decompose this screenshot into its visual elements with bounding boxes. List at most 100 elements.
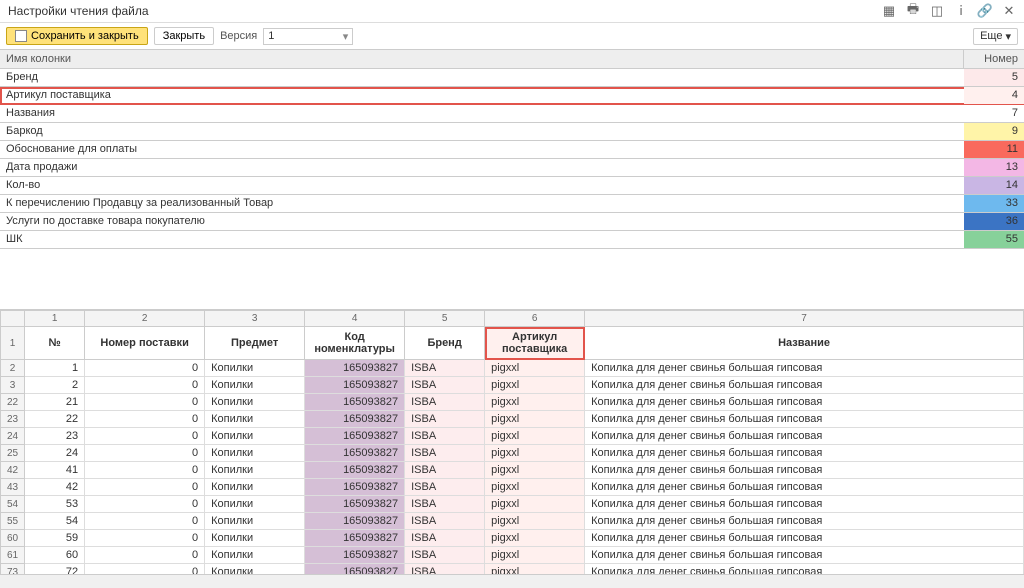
row-number: 73 (1, 564, 25, 575)
cell: ISBA (405, 411, 485, 428)
cell: Копилка для денег свинья большая гипсова… (585, 564, 1024, 575)
table-row[interactable]: 320Копилки165093827ISBApigxxlКопилка для… (1, 377, 1024, 394)
mapping-num: 7 (964, 105, 1024, 122)
table-row[interactable]: 24230Копилки165093827ISBApigxxlКопилка д… (1, 428, 1024, 445)
mapping-name: ШК (0, 231, 964, 248)
print-icon[interactable]: 🖶 (906, 4, 920, 18)
mapping-row[interactable]: Названия7 (0, 105, 1024, 123)
table-row[interactable]: 22210Копилки165093827ISBApigxxlКопилка д… (1, 394, 1024, 411)
cell: Копилки (205, 479, 305, 496)
new-window-icon[interactable]: ◫ (930, 4, 944, 18)
more-button[interactable]: Еще ▾ (973, 28, 1018, 45)
cell: 53 (25, 496, 85, 513)
cell: Копилка для денег свинья большая гипсова… (585, 547, 1024, 564)
cell: 165093827 (305, 547, 405, 564)
mapping-row[interactable]: Услуги по доставке товара покупателю36 (0, 213, 1024, 231)
cell: ISBA (405, 377, 485, 394)
col-header[interactable]: Артикул поставщика (485, 327, 585, 360)
cell: Копилка для денег свинья большая гипсова… (585, 428, 1024, 445)
mapping-row[interactable]: К перечислению Продавцу за реализованный… (0, 195, 1024, 213)
col-header[interactable]: № (25, 327, 85, 360)
row-number: 43 (1, 479, 25, 496)
link-icon[interactable]: 🔗 (978, 4, 992, 18)
col-number-header[interactable]: 5 (405, 311, 485, 327)
preview-scroll[interactable]: 12345671№Номер поставкиПредметКод номенк… (0, 310, 1024, 574)
corner-cell (1, 311, 25, 327)
table-row[interactable]: 23220Копилки165093827ISBApigxxlКопилка д… (1, 411, 1024, 428)
col-number-header[interactable]: 3 (205, 311, 305, 327)
cell: Копилка для денег свинья большая гипсова… (585, 377, 1024, 394)
mapping-row[interactable]: Дата продажи13 (0, 159, 1024, 177)
table-row[interactable]: 210Копилки165093827ISBApigxxlКопилка для… (1, 360, 1024, 377)
cell: 21 (25, 394, 85, 411)
col-number-header[interactable]: 4 (305, 311, 405, 327)
save-close-button[interactable]: Сохранить и закрыть (6, 27, 148, 45)
mapping-row[interactable]: Артикул поставщика4 (0, 87, 1024, 105)
mapping-num: 9 (964, 123, 1024, 140)
mapping-row[interactable]: Обоснование для оплаты11 (0, 141, 1024, 159)
cell: Копилки (205, 411, 305, 428)
col-header[interactable]: Предмет (205, 327, 305, 360)
cell: ISBA (405, 445, 485, 462)
info-icon[interactable]: ⅰ (954, 4, 968, 18)
cell: pigxxl (485, 479, 585, 496)
cell: 0 (85, 445, 205, 462)
table-row[interactable]: 60590Копилки165093827ISBApigxxlКопилка д… (1, 530, 1024, 547)
cell: Копилки (205, 428, 305, 445)
cell: pigxxl (485, 530, 585, 547)
cell: 165093827 (305, 530, 405, 547)
cell: ISBA (405, 360, 485, 377)
cell: 22 (25, 411, 85, 428)
mapping-row[interactable]: Баркод9 (0, 123, 1024, 141)
col-number-header[interactable]: 1 (25, 311, 85, 327)
col-number-header[interactable]: 6 (485, 311, 585, 327)
col-header[interactable]: Код номенклатуры (305, 327, 405, 360)
version-label: Версия (220, 30, 257, 42)
preview-table: 12345671№Номер поставкиПредметКод номенк… (0, 310, 1024, 574)
mapping-name: Артикул поставщика (0, 87, 964, 104)
mapping-row[interactable]: ШК55 (0, 231, 1024, 249)
col-header[interactable]: Название (585, 327, 1024, 360)
col-number-header[interactable]: 7 (585, 311, 1024, 327)
col-header[interactable]: Номер поставки (85, 327, 205, 360)
toolbar: Сохранить и закрыть Закрыть Версия 1 ▾ Е… (0, 23, 1024, 49)
table-row[interactable]: 42410Копилки165093827ISBApigxxlКопилка д… (1, 462, 1024, 479)
cell: ISBA (405, 513, 485, 530)
row-number: 60 (1, 530, 25, 547)
table-row[interactable]: 73720Копилки165093827ISBApigxxlКопилка д… (1, 564, 1024, 575)
cell: 24 (25, 445, 85, 462)
close-icon[interactable]: ✕ (1002, 4, 1016, 18)
col-number-header[interactable]: 2 (85, 311, 205, 327)
close-button[interactable]: Закрыть (154, 27, 214, 45)
cell: pigxxl (485, 513, 585, 530)
mapping-num: 11 (964, 141, 1024, 158)
version-select[interactable]: 1 ▾ (263, 28, 353, 45)
cell: 0 (85, 411, 205, 428)
table-row[interactable]: 55540Копилки165093827ISBApigxxlКопилка д… (1, 513, 1024, 530)
table-row[interactable]: 25240Копилки165093827ISBApigxxlКопилка д… (1, 445, 1024, 462)
cell: 165093827 (305, 462, 405, 479)
cell: 165093827 (305, 445, 405, 462)
horizontal-scrollbar[interactable] (0, 574, 1024, 588)
reports-icon[interactable]: ▦ (882, 4, 896, 18)
cell: Копилка для денег свинья большая гипсова… (585, 462, 1024, 479)
row-number: 55 (1, 513, 25, 530)
cell: Копилки (205, 394, 305, 411)
row-number: 42 (1, 462, 25, 479)
cell: 0 (85, 547, 205, 564)
header-num-col: Номер (964, 50, 1024, 68)
col-header[interactable]: Бренд (405, 327, 485, 360)
cell: pigxxl (485, 564, 585, 575)
mapping-row[interactable]: Кол-во14 (0, 177, 1024, 195)
cell: ISBA (405, 394, 485, 411)
mapping-name: Дата продажи (0, 159, 964, 176)
table-row[interactable]: 43420Копилки165093827ISBApigxxlКопилка д… (1, 479, 1024, 496)
cell: 23 (25, 428, 85, 445)
mapping-row[interactable]: Бренд5 (0, 69, 1024, 87)
save-icon (15, 30, 27, 42)
cell: pigxxl (485, 377, 585, 394)
table-row[interactable]: 54530Копилки165093827ISBApigxxlКопилка д… (1, 496, 1024, 513)
mapping-name: Кол-во (0, 177, 964, 194)
table-row[interactable]: 61600Копилки165093827ISBApigxxlКопилка д… (1, 547, 1024, 564)
mapping-name: Бренд (0, 69, 964, 86)
